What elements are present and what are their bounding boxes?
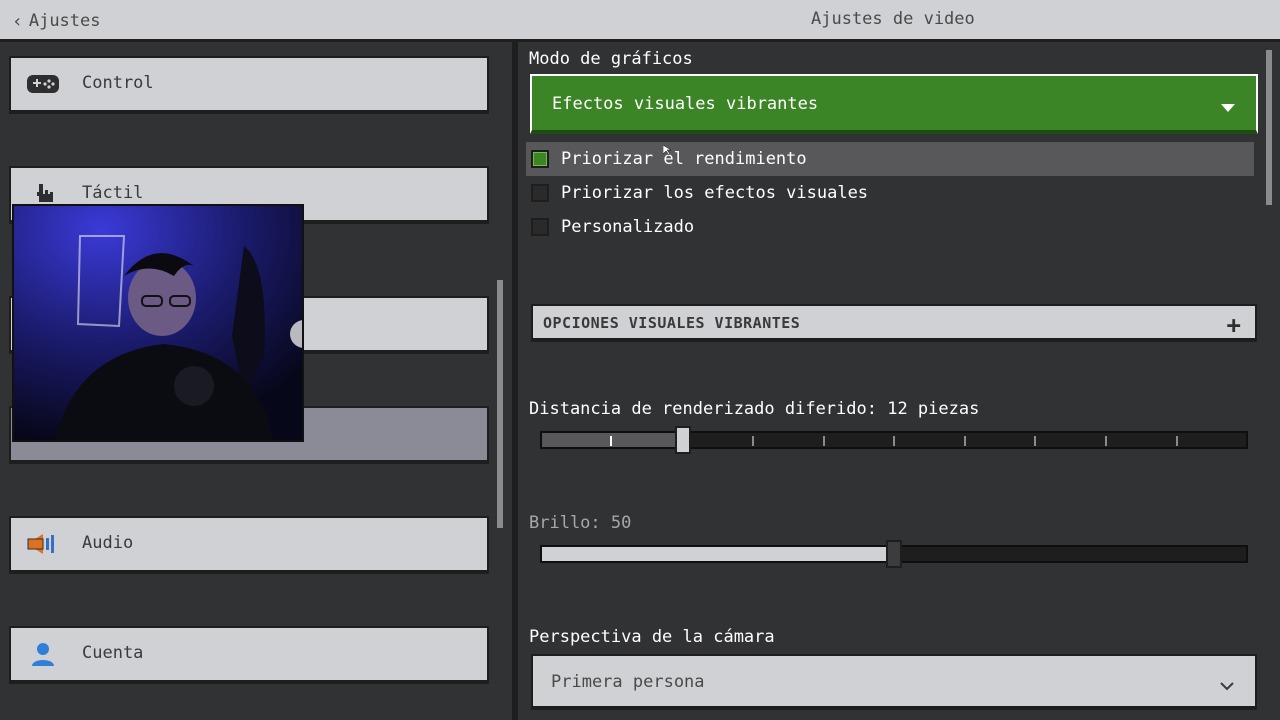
graphics-mode-value: Efectos visuales vibrantes <box>552 94 819 114</box>
camera-perspective-dropdown[interactable]: Primera persona <box>531 654 1257 710</box>
slider-tick <box>1034 436 1036 446</box>
option-label: Priorizar el rendimiento <box>561 149 807 169</box>
graphics-mode-dropdown[interactable]: Efectos visuales vibrantes <box>530 74 1258 134</box>
option-label: Personalizado <box>561 217 695 237</box>
slider-thumb[interactable] <box>675 426 691 454</box>
sidebar-item-label: Cuenta <box>82 643 144 663</box>
option-prioritize-performance[interactable]: Priorizar el rendimiento <box>526 142 1254 176</box>
render-distance-slider[interactable] <box>540 426 1248 454</box>
render-distance-label: Distancia de renderizado diferido: 12 pi… <box>529 399 980 419</box>
top-bar: ‹ Ajustes Ajustes de video <box>0 0 1280 42</box>
graphics-mode-label: Modo de gráficos <box>529 49 693 69</box>
slider-tick <box>1105 436 1107 446</box>
sidebar-item-label: Audio <box>82 533 134 553</box>
slider-fill <box>542 547 894 561</box>
sidebar-item-label: Táctil <box>82 183 144 203</box>
slider-thumb[interactable] <box>886 540 902 568</box>
back-button[interactable]: ‹ Ajustes <box>12 9 101 33</box>
camera-perspective-label: Perspectiva de la cámara <box>529 627 775 647</box>
brightness-slider[interactable] <box>540 540 1248 568</box>
webcam-overlay <box>12 204 304 442</box>
sidebar-item-control[interactable]: Control <box>9 56 489 114</box>
radio-checkbox[interactable] <box>531 184 549 202</box>
option-label: Priorizar los efectos visuales <box>561 183 869 203</box>
gamepad-icon <box>25 70 61 98</box>
vibrant-options-collapsible[interactable]: OPCIONES VISUALES VIBRANTES + <box>531 304 1257 342</box>
mouse-cursor-icon <box>663 145 671 155</box>
slider-tick <box>610 436 612 446</box>
chevron-down-icon <box>1219 676 1235 695</box>
option-custom[interactable]: Personalizado <box>526 210 1254 244</box>
person-icon <box>25 640 61 668</box>
slider-tick <box>893 436 895 446</box>
settings-scrollbar[interactable] <box>1266 50 1272 205</box>
radio-checkbox[interactable] <box>531 150 549 168</box>
option-prioritize-visuals[interactable]: Priorizar los efectos visuales <box>526 176 1254 210</box>
speaker-icon <box>25 530 61 558</box>
camera-perspective-value: Primera persona <box>551 672 705 692</box>
brightness-label: Brillo: 50 <box>529 513 632 533</box>
webcam-video-image <box>14 206 302 440</box>
back-button-label: Ajustes <box>28 11 101 31</box>
plus-icon: + <box>1226 311 1241 339</box>
slider-fill <box>542 433 683 447</box>
vibrant-options-title: OPCIONES VISUALES VIBRANTES <box>543 314 801 332</box>
slider-tick <box>1176 436 1178 446</box>
sidebar-item-account[interactable]: Cuenta <box>9 626 489 684</box>
dropdown-arrow-icon <box>1220 98 1236 117</box>
radio-checkbox[interactable] <box>531 218 549 236</box>
sidebar-item-label: Control <box>82 73 154 93</box>
chevron-left-icon: ‹ <box>12 10 23 32</box>
slider-tick <box>964 436 966 446</box>
page-title: Ajustes de video <box>811 9 975 29</box>
slider-tick <box>823 436 825 446</box>
sidebar-scrollbar[interactable] <box>497 280 503 528</box>
sidebar-item-audio[interactable]: Audio <box>9 516 489 574</box>
slider-tick <box>752 436 754 446</box>
